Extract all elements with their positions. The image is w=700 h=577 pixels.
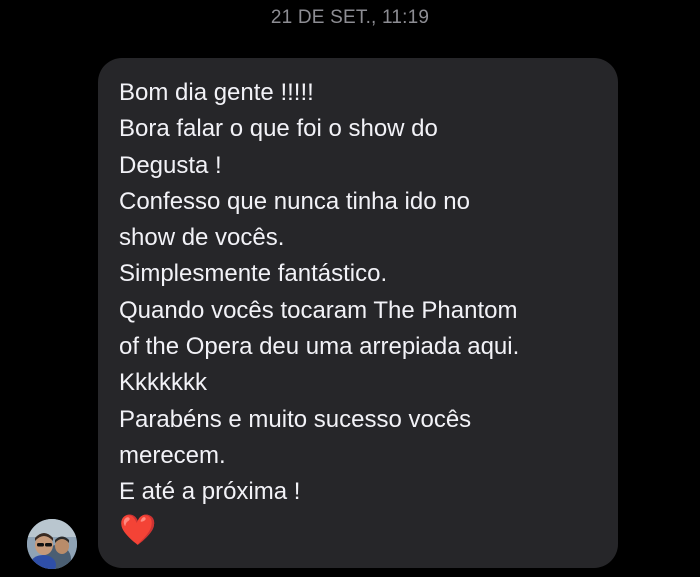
message-line: Confesso que nunca tinha ido no: [119, 187, 470, 215]
message-line: Degusta !: [119, 151, 222, 179]
avatar-photo-icon: [27, 519, 77, 569]
message-bubble[interactable]: Bom dia gente !!!!! Bora falar o que foi…: [98, 58, 618, 568]
message-line: E até a próxima !: [119, 478, 301, 506]
message-line: merecem.: [119, 441, 226, 469]
red-heart-emoji-icon: ❤️: [119, 512, 157, 548]
message-line: Simplesmente fantástico.: [119, 260, 388, 288]
message-line: show de vocês.: [119, 224, 285, 252]
message-line: Quando vocês tocaram The Phantom: [119, 296, 518, 324]
message-thread: 21 DE SET., 11:19 Bom dia gente !!!!! Bo…: [0, 0, 700, 577]
message-timestamp: 21 DE SET., 11:19: [270, 7, 430, 28]
message-line: Bora falar o que foi o show do: [119, 115, 438, 143]
sender-avatar-icon[interactable]: [27, 519, 77, 569]
message-line: of the Opera deu uma arrepiada aqui.: [119, 333, 520, 361]
message-line: Bom dia gente !!!!!: [119, 79, 314, 106]
message-line: Kkkkkkk: [119, 369, 208, 397]
message-line: Parabéns e muito sucesso vocês: [119, 405, 472, 433]
